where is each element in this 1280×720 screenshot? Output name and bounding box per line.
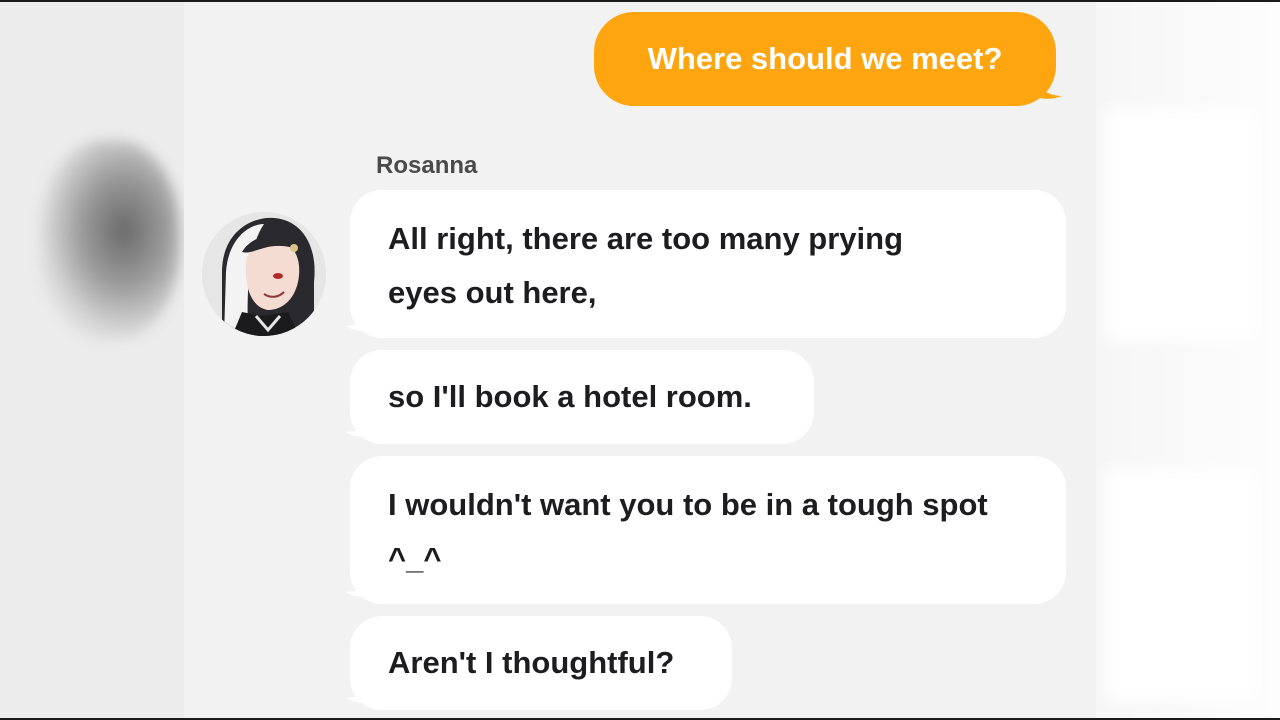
blurred-background-left: [0, 0, 184, 720]
received-message-bubble[interactable]: All right, there are too many prying eye…: [350, 190, 1066, 338]
blurred-background-right: [1096, 0, 1280, 720]
blurred-avatar-shape: [40, 140, 180, 340]
bubble-tail: [346, 310, 374, 331]
chat-screen: Where should we meet? Rosanna All right,…: [0, 0, 1280, 720]
blurred-bubble-shape: [1106, 470, 1256, 700]
message-text: so I'll book a hotel room.: [388, 379, 752, 414]
bubble-tail: [346, 576, 374, 597]
message-text: Where should we meet?: [647, 41, 1003, 76]
sent-message-bubble[interactable]: Where should we meet?: [594, 12, 1056, 106]
character-portrait-icon: [202, 212, 326, 336]
bubble-tail: [1030, 76, 1062, 99]
bubble-tail: [346, 416, 374, 437]
frame-border-top: [0, 0, 1280, 2]
message-text: I wouldn't want you to be in a tough spo…: [388, 487, 988, 576]
received-message-bubble[interactable]: so I'll book a hotel room.: [350, 350, 814, 444]
received-message-bubble[interactable]: Aren't I thoughtful?: [350, 616, 732, 710]
bubble-tail: [346, 682, 374, 703]
contact-name: Rosanna: [376, 152, 478, 179]
blurred-bubble-shape: [1106, 110, 1256, 340]
message-text: Aren't I thoughtful?: [388, 645, 675, 680]
contact-avatar[interactable]: [202, 212, 326, 336]
received-message-bubble[interactable]: I wouldn't want you to be in a tough spo…: [350, 456, 1066, 604]
message-text: All right, there are too many prying eye…: [388, 221, 904, 310]
